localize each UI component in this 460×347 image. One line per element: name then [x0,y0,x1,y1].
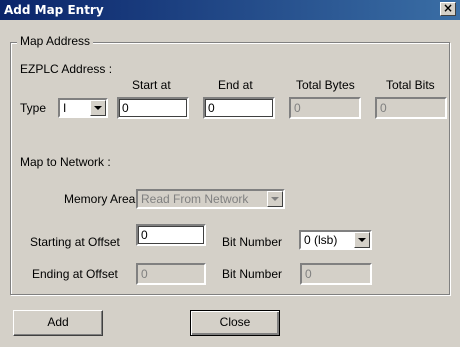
window-title: Add Map Entry [4,3,104,17]
map-to-network-label: Map to Network : [20,155,111,169]
close-button[interactable]: Close [190,310,280,336]
memory-area-label: Memory Area [64,192,136,206]
ending-offset-label: Ending at Offset [32,267,118,281]
total-bits-field: 0 [375,97,447,119]
bit-number-2-label: Bit Number [222,267,283,281]
total-bits-header: Total Bits [386,78,435,92]
add-map-entry-dialog: Add Map Entry × Map Address EZPLC Addres… [0,0,460,347]
title-bar: Add Map Entry × [0,0,460,20]
total-bytes-field: 0 [289,97,361,119]
bit-number-2-field: 0 [300,263,372,285]
type-select[interactable]: I [58,98,108,118]
total-bytes-header: Total Bytes [296,78,355,92]
chevron-down-icon[interactable] [354,232,370,248]
ezplc-address-label: EZPLC Address : [20,62,113,76]
add-button[interactable]: Add [13,310,103,336]
bit-number-label: Bit Number [222,235,283,249]
chevron-down-icon [267,191,283,207]
ending-offset-field: 0 [136,263,206,285]
chevron-down-icon[interactable] [90,100,106,116]
start-at-input[interactable]: 0 [117,97,189,119]
type-label: Type [20,101,47,115]
type-select-value: I [63,101,67,115]
memory-area-select: Read From Network [136,189,285,209]
end-at-input[interactable]: 0 [203,97,275,119]
start-at-header: Start at [132,78,171,92]
starting-offset-input[interactable]: 0 [136,224,206,246]
bit-number-select-value: 0 (lsb) [304,233,338,247]
bit-number-select[interactable]: 0 (lsb) [299,230,372,250]
starting-offset-label: Starting at Offset [30,235,120,249]
map-address-group-label: Map Address [17,34,94,48]
end-at-header: End at [218,78,253,92]
memory-area-value: Read From Network [141,192,249,206]
close-icon[interactable]: × [440,2,456,16]
